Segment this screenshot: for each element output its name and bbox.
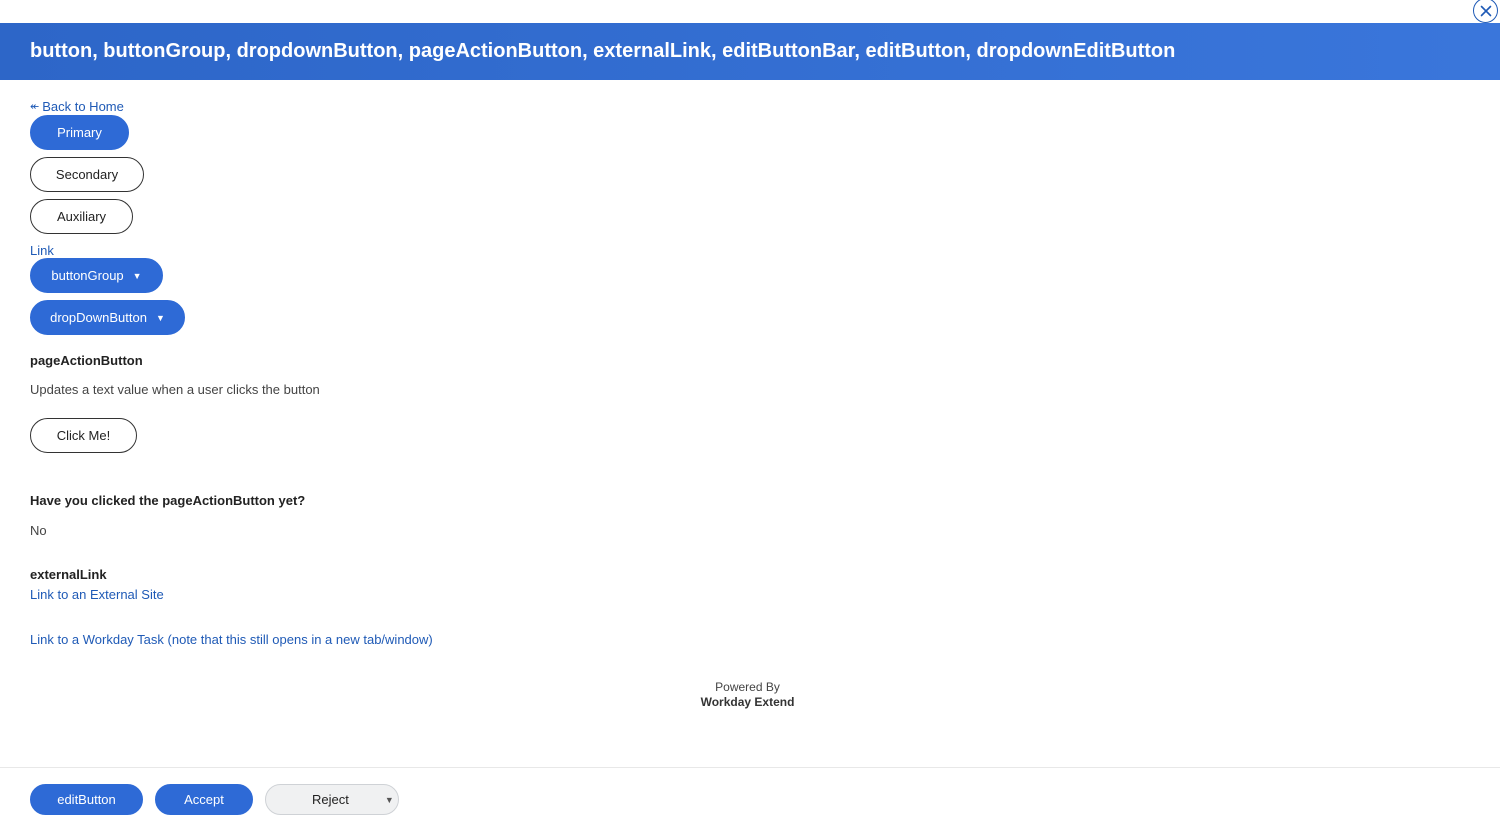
button-group-label: buttonGroup bbox=[51, 268, 124, 283]
page-action-answer: No bbox=[30, 523, 47, 538]
button-group-button[interactable]: buttonGroup ▼ bbox=[30, 258, 163, 293]
secondary-button[interactable]: Secondary bbox=[30, 157, 144, 192]
reject-label: Reject bbox=[312, 792, 349, 807]
link-button[interactable]: Link bbox=[30, 243, 54, 258]
dropdown-button-label: dropDownButton bbox=[50, 310, 147, 325]
page-action-title: pageActionButton bbox=[30, 353, 143, 368]
close-icon bbox=[1480, 5, 1491, 16]
back-to-home-label: Back to Home bbox=[42, 99, 124, 114]
powered-by-label: Powered By bbox=[715, 680, 780, 694]
external-link-title: externalLink bbox=[30, 567, 107, 582]
page-header: button, buttonGroup, dropdownButton, pag… bbox=[0, 23, 1500, 80]
accept-button[interactable]: Accept bbox=[155, 784, 253, 815]
caret-down-icon: ▼ bbox=[132, 270, 142, 281]
dropdown-button[interactable]: dropDownButton ▼ bbox=[30, 300, 185, 335]
powered-by: Powered By Workday Extend bbox=[0, 680, 1495, 710]
primary-button[interactable]: Primary bbox=[30, 115, 129, 150]
edit-button-bar: editButton Accept Reject ▼ bbox=[0, 767, 1500, 831]
top-bar bbox=[0, 0, 1500, 23]
page-title: button, buttonGroup, dropdownButton, pag… bbox=[30, 40, 1176, 62]
powered-by-brand: Workday Extend bbox=[700, 695, 795, 709]
edit-button[interactable]: editButton bbox=[30, 784, 143, 815]
back-to-home-link[interactable]: ↞ Back to Home bbox=[30, 99, 124, 115]
close-button[interactable] bbox=[1473, 0, 1498, 23]
external-site-link[interactable]: Link to an External Site bbox=[30, 587, 164, 602]
page-action-question: Have you clicked the pageActionButton ye… bbox=[30, 493, 306, 508]
reject-dropdown-button[interactable]: Reject ▼ bbox=[265, 784, 399, 815]
caret-down-icon: ▼ bbox=[384, 794, 394, 805]
back-arrow-icon: ↞ bbox=[30, 101, 40, 113]
workday-task-link[interactable]: Link to a Workday Task (note that this s… bbox=[30, 632, 433, 647]
auxiliary-button[interactable]: Auxiliary bbox=[30, 199, 133, 234]
main-content: ↞ Back to Home Primary Secondary Auxilia… bbox=[0, 80, 1500, 710]
caret-down-icon: ▼ bbox=[155, 312, 165, 323]
page-action-description: Updates a text value when a user clicks … bbox=[30, 382, 320, 397]
click-me-button[interactable]: Click Me! bbox=[30, 418, 137, 453]
